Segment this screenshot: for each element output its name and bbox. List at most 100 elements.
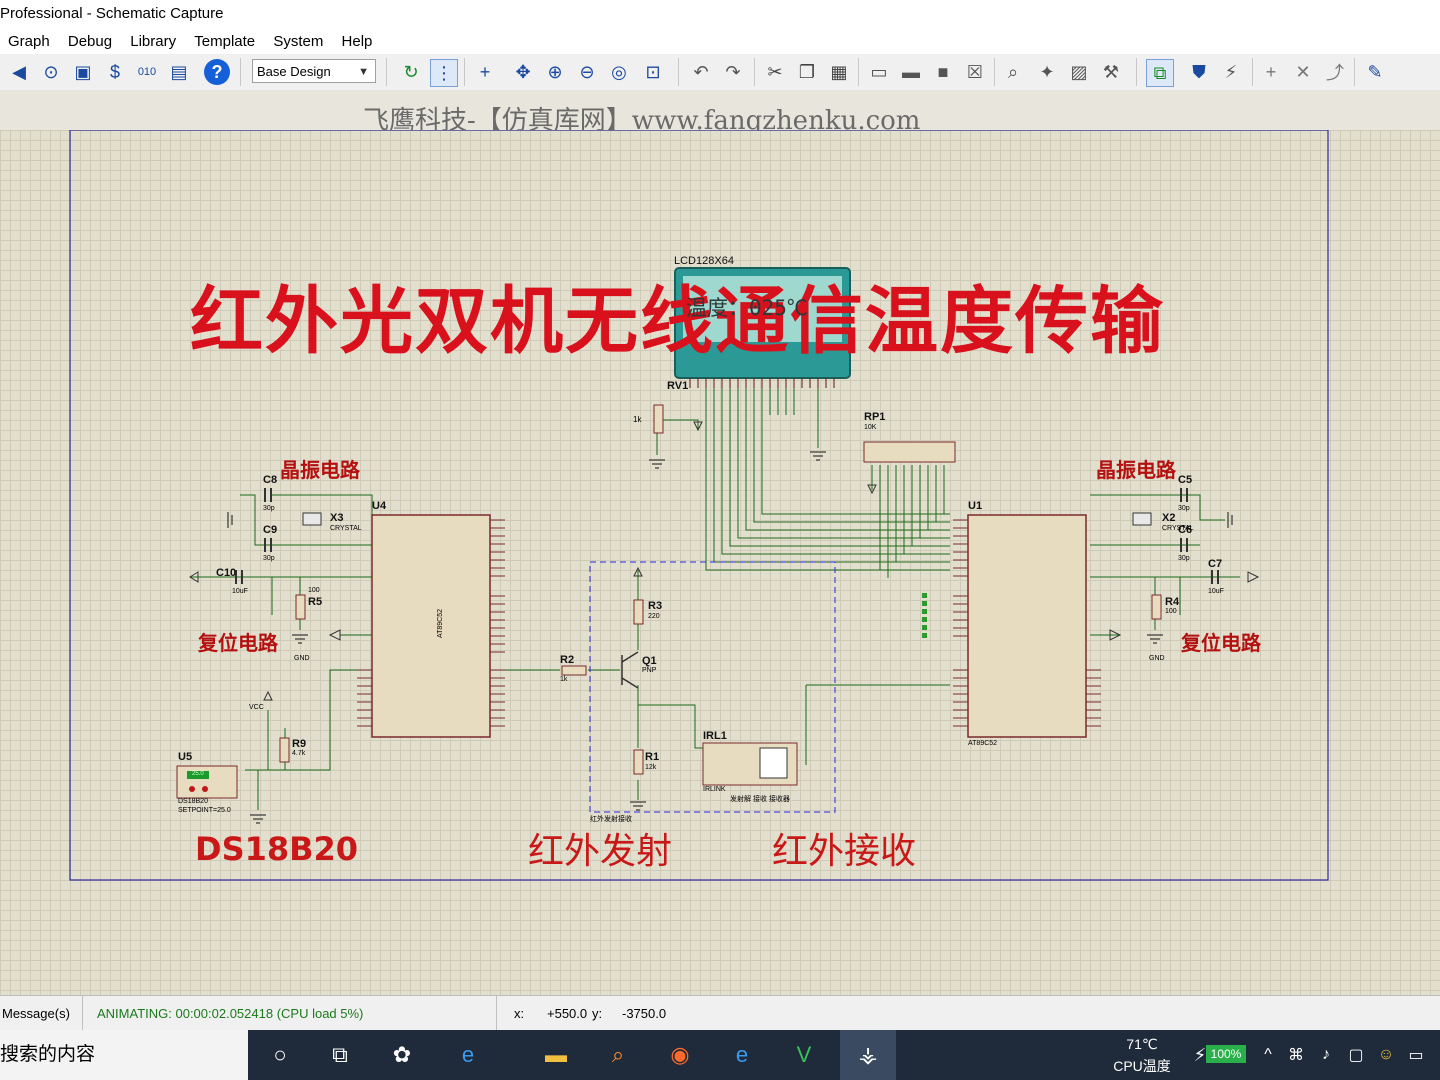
zoom-search-icon[interactable]: ⊙ (38, 59, 64, 85)
cpu-temp-label: CPU温度 (1113, 1058, 1171, 1074)
search-app-icon[interactable]: ⌕ (602, 1040, 634, 1070)
browser-icon[interactable]: ◉ (664, 1040, 696, 1070)
schematic-canvas[interactable]: 红外光双机无线通信温度传输 LCD128X64 温度：025℃ 晶振电路 晶振电… (0, 130, 1440, 995)
label-crystal-right: 晶振电路 (1096, 458, 1176, 482)
design-select[interactable]: Base Design ▼ (252, 59, 376, 83)
menu-template[interactable]: Template (194, 30, 255, 54)
lcd-display: 温度：025℃ (686, 296, 808, 320)
cortana-icon[interactable]: ○ (264, 1040, 296, 1070)
decompose-icon[interactable]: ⚒ (1098, 59, 1124, 85)
menu-system[interactable]: System (273, 30, 323, 54)
x2-label: X2 (1162, 512, 1176, 524)
rv1-label: RV1 (667, 380, 689, 392)
tray-app-icon[interactable]: ☺ (1370, 1040, 1402, 1070)
menu-help[interactable]: Help (342, 30, 373, 54)
x2-value: CRYSTAL (1162, 525, 1194, 532)
schematic-title: 红外光双机无线通信温度传输 (190, 279, 1165, 364)
u4-label: U4 (372, 500, 387, 512)
window-title: Professional - Schematic Capture (0, 0, 1440, 30)
back-icon[interactable]: ◀ (6, 59, 32, 85)
make-device-icon[interactable]: ✦ (1034, 59, 1060, 85)
c5-label: C5 (1178, 474, 1193, 486)
zoom-all-icon[interactable]: ◎ (606, 59, 632, 85)
r1-value: 12k (645, 764, 657, 771)
copy-icon[interactable]: ❐ (794, 59, 820, 85)
block-rotate-icon[interactable]: ■ (930, 59, 956, 85)
menu-debug[interactable]: Debug (68, 30, 112, 54)
gnd-label-right: GND (1149, 655, 1165, 662)
zoom-in-icon[interactable]: ⊕ (542, 59, 568, 85)
r3-value: 220 (648, 613, 660, 620)
edge-icon[interactable]: e (726, 1040, 758, 1070)
r4-value: 100 (1165, 608, 1177, 615)
ds-setpoint: SETPOINT=25.0 (178, 807, 231, 814)
label-ir-rx: 红外接收 (772, 831, 917, 872)
pick-device-icon[interactable]: ⌕ (1000, 59, 1026, 85)
bill-of-materials-icon[interactable]: ✎ (1362, 59, 1388, 85)
task-view-icon[interactable]: ⧉ (324, 1040, 356, 1070)
ds-name: DS18B20 (178, 798, 208, 805)
paste-icon[interactable]: ▦ (826, 59, 852, 85)
property-tool-icon[interactable]: ⚡ (1218, 59, 1244, 85)
file-explorer-icon[interactable]: ▬ (540, 1040, 572, 1070)
binary-icon[interactable]: 010 (134, 59, 160, 85)
y-value: -3750.0 (622, 1006, 667, 1021)
remove-sheet-icon[interactable]: ✕ (1290, 59, 1316, 85)
pan-icon[interactable]: ✥ (510, 59, 536, 85)
x-label: x: (514, 1006, 525, 1021)
c10-value: 10uF (232, 588, 248, 595)
search-tag-icon[interactable]: ⛊ (1186, 59, 1212, 85)
refresh-icon[interactable]: ↻ (398, 59, 424, 85)
zoom-area-icon[interactable]: ⊡ (640, 59, 666, 85)
undo-icon[interactable]: ↶ (688, 59, 714, 85)
c8-value: 30p (263, 505, 275, 512)
r1-label: R1 (645, 751, 660, 763)
block-move-icon[interactable]: ▬ (898, 59, 924, 85)
grid-icon[interactable]: ⋮ (430, 59, 458, 87)
y-label: y: (592, 1006, 603, 1021)
messages-button[interactable]: Message(s) (2, 996, 70, 1031)
new-sheet-icon[interactable]: + (1258, 59, 1284, 85)
x3-value: CRYSTAL (330, 525, 362, 532)
c6-value: 30p (1178, 555, 1190, 562)
u5-label: U5 (178, 751, 193, 763)
network-icon[interactable]: ⌘ (1280, 1040, 1312, 1070)
menu-bar: Graph Debug Library Template System Help (0, 30, 1440, 54)
taskbar: 搜索的内容 ○ ⧉ ✿ e ▬ ⌕ ◉ e V ⚶ 71℃ CPU温度 ⚡ 10… (0, 1030, 1440, 1080)
u1-label: U1 (968, 500, 983, 512)
taskbar-search[interactable]: 搜索的内容 (0, 1030, 248, 1080)
document-icon[interactable]: ▤ (166, 59, 192, 85)
irl1-label: IRL1 (703, 730, 727, 742)
pinwheel-icon[interactable]: ✿ (386, 1040, 418, 1070)
origin-icon[interactable]: + (472, 59, 498, 85)
notes-icon[interactable]: ▢ (1340, 1040, 1372, 1070)
menu-graph[interactable]: Graph (8, 30, 50, 54)
zoom-out-icon[interactable]: ⊖ (574, 59, 600, 85)
wire-autorouter-icon[interactable]: ⧉ (1146, 59, 1174, 87)
ie-icon[interactable]: e (452, 1040, 484, 1070)
proteus-icon[interactable]: ⚶ (840, 1030, 896, 1080)
animating-status: ANIMATING: 00:00:02.052418 (CPU load 5%) (97, 1006, 364, 1021)
package-tool-icon[interactable]: ▨ (1066, 59, 1092, 85)
battery-badge[interactable]: 100% (1206, 1045, 1246, 1063)
block-delete-icon[interactable]: ☒ (962, 59, 988, 85)
microphone-icon[interactable]: ♪ (1310, 1040, 1342, 1070)
battery-icon[interactable]: ▭ (1400, 1040, 1432, 1070)
label-ds18b20: DS18B20 (195, 830, 359, 868)
menu-library[interactable]: Library (130, 30, 176, 54)
r4-label: R4 (1165, 596, 1180, 608)
u1-part: AT89C52 (968, 740, 998, 747)
spreadsheet-icon[interactable]: V (788, 1040, 820, 1070)
r9-value: 4.7k (292, 750, 306, 757)
chip-icon[interactable]: ▣ (70, 59, 96, 85)
help-icon[interactable]: ? (204, 59, 230, 85)
dollar-icon[interactable]: $ (102, 59, 128, 85)
q1-value: PNP (642, 667, 657, 674)
redo-icon[interactable]: ↷ (720, 59, 746, 85)
r5-value: 100 (308, 587, 320, 594)
status-bar: Message(s) ANIMATING: 00:00:02.052418 (C… (0, 995, 1440, 1031)
block-copy-icon[interactable]: ▭ (866, 59, 892, 85)
q1-label: Q1 (642, 655, 657, 667)
exit-parent-icon[interactable]: ⤴ (1322, 59, 1348, 85)
cut-icon[interactable]: ✂ (762, 59, 788, 85)
